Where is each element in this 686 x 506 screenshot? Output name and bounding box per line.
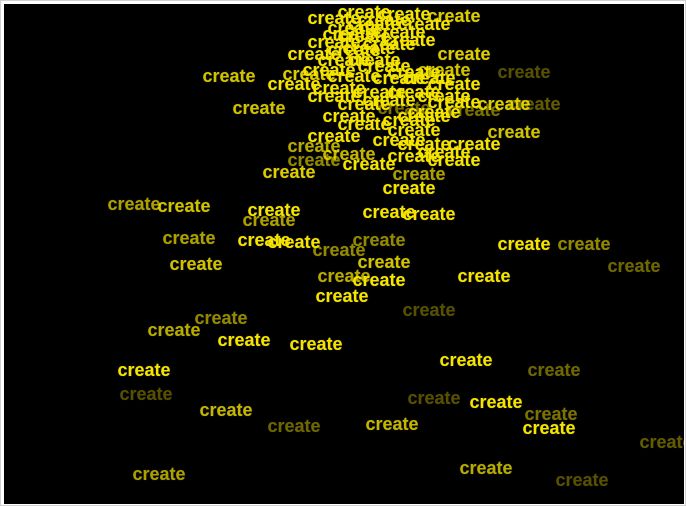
create-word: create xyxy=(132,464,186,484)
create-word: create xyxy=(527,360,581,380)
create-word: create xyxy=(107,194,161,214)
create-word: create xyxy=(555,470,609,490)
create-word: create xyxy=(407,388,461,408)
create-word: create xyxy=(382,178,436,198)
create-word: create xyxy=(119,384,173,404)
create-word: create xyxy=(469,392,523,412)
create-word: create xyxy=(459,458,513,478)
create-word: create xyxy=(267,416,321,436)
create-word: create xyxy=(522,418,576,438)
create-word: create xyxy=(607,256,661,276)
create-word: create xyxy=(365,414,419,434)
create-word: create xyxy=(147,320,201,340)
text-particle-canvas: create create create create create create crea… xyxy=(4,4,684,504)
create-word: create xyxy=(242,210,296,230)
create-word: create xyxy=(199,400,253,420)
create-word: create xyxy=(162,228,216,248)
create-word: create xyxy=(169,254,223,274)
create-word: create xyxy=(497,62,551,82)
create-word: create xyxy=(289,334,343,354)
create-word: create xyxy=(397,106,451,126)
create-word: create xyxy=(507,94,561,114)
create-word: create xyxy=(639,432,684,452)
create-word: create xyxy=(217,330,271,350)
create-word: create xyxy=(232,98,286,118)
viewport-frame: create create create create create create crea… xyxy=(0,0,686,506)
create-word: create xyxy=(557,234,611,254)
create-word: create xyxy=(402,300,456,320)
create-word: create xyxy=(417,142,471,162)
create-word: create xyxy=(157,196,211,216)
create-word: create xyxy=(402,68,456,88)
create-word: create xyxy=(262,162,316,182)
create-word: create xyxy=(352,230,406,250)
create-word: create xyxy=(322,144,376,164)
create-word: create xyxy=(417,86,471,106)
create-word: create xyxy=(402,204,456,224)
create-word: create xyxy=(202,66,256,86)
create-word: create xyxy=(497,234,551,254)
create-word: create xyxy=(315,286,369,306)
create-word: create xyxy=(117,360,171,380)
create-word: create xyxy=(194,308,248,328)
create-word: create xyxy=(439,350,493,370)
create-word: create xyxy=(457,266,511,286)
